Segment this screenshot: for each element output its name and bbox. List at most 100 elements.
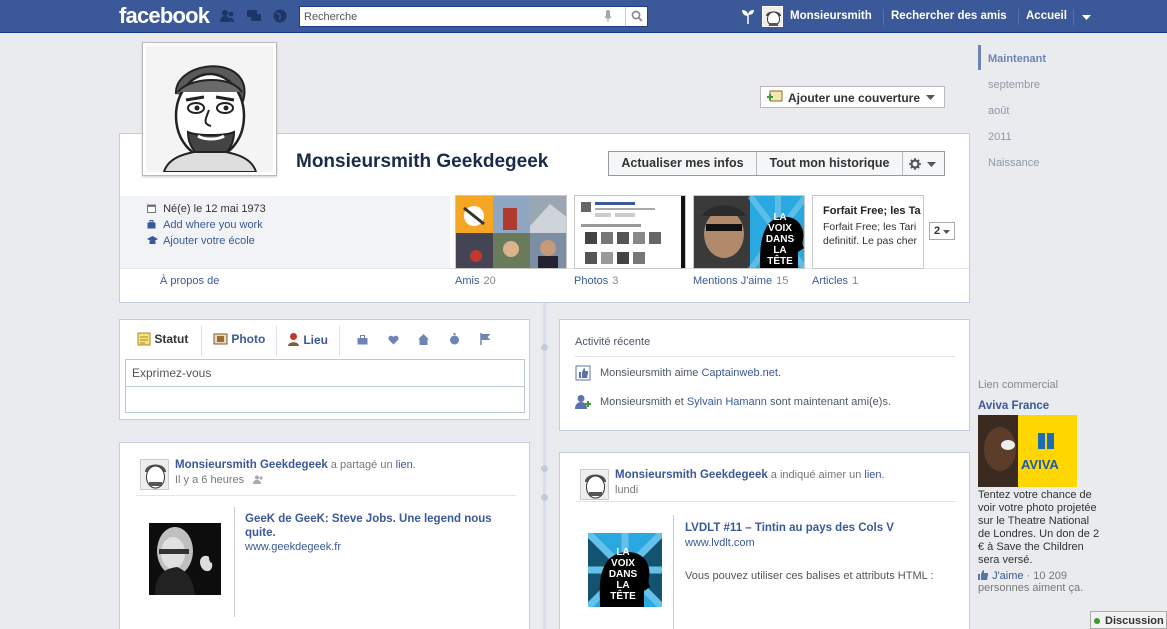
scrubber-active-marker bbox=[978, 45, 981, 70]
milestone-flag-icon[interactable] bbox=[480, 333, 491, 345]
post-time-text: Il y a 6 heures bbox=[175, 474, 245, 486]
caricature-avatar-icon bbox=[763, 7, 782, 26]
link-thumbnail[interactable] bbox=[149, 523, 221, 595]
divider bbox=[575, 356, 955, 357]
graduation-cap-icon bbox=[147, 236, 158, 244]
post-author-link[interactable]: Monsieursmith Geekdegeek bbox=[615, 469, 768, 481]
about-link[interactable]: À propos de bbox=[160, 275, 219, 287]
post-action-text: a partagé un bbox=[327, 459, 396, 471]
photos-thumbnail[interactable] bbox=[574, 195, 686, 269]
likes-photo-collage-icon: LA VOIX DANS LA TÊTE bbox=[694, 196, 804, 268]
scrubber-2011[interactable]: 2011 bbox=[988, 131, 1012, 143]
facebook-logo[interactable]: facebook bbox=[119, 3, 210, 29]
friends-thumbnail[interactable] bbox=[455, 195, 567, 269]
add-cover-button[interactable]: Ajouter une couverture bbox=[760, 86, 945, 108]
post-action-link[interactable]: lien bbox=[396, 459, 413, 471]
friends-audience-icon[interactable] bbox=[253, 475, 264, 484]
activity-like-text: Monsieursmith aime bbox=[600, 367, 702, 379]
nav-divider bbox=[1018, 9, 1019, 25]
scrubber-august[interactable]: août bbox=[988, 105, 1009, 117]
profile-name[interactable]: Monsieursmith Geekdegeek bbox=[296, 151, 548, 173]
location-pin-icon bbox=[288, 333, 299, 346]
update-info-button[interactable]: Actualiser mes infos bbox=[609, 152, 757, 175]
account-dropdown-icon[interactable] bbox=[1082, 15, 1091, 20]
profile-action-buttons: Actualiser mes infos Tout mon historique bbox=[608, 151, 945, 176]
ad-like-count: · 10 209 bbox=[1023, 570, 1067, 582]
ad-image[interactable]: AVIVA bbox=[978, 415, 1077, 487]
svg-text:DANS: DANS bbox=[766, 234, 795, 245]
tab-divider bbox=[339, 326, 340, 356]
chevron-down-icon bbox=[926, 95, 935, 100]
post-action-end: . bbox=[881, 469, 885, 481]
svg-text:LA: LA bbox=[773, 212, 786, 223]
settings-menu-button[interactable] bbox=[903, 152, 944, 175]
sponsored-ad: Lien commercial Aviva France AVIVA Tente… bbox=[978, 379, 1099, 594]
search-input[interactable] bbox=[304, 9, 594, 24]
avatar[interactable] bbox=[762, 6, 783, 27]
friends-caption[interactable]: Amis 20 bbox=[455, 275, 496, 287]
scrubber-september[interactable]: septembre bbox=[988, 79, 1040, 91]
liked-link-title[interactable]: LVDLT #11 – Tintin au pays des Cols V bbox=[685, 522, 894, 534]
tab-place[interactable]: Lieu bbox=[287, 332, 328, 347]
post-action-end: . bbox=[412, 459, 416, 471]
likes-thumbnail[interactable]: LA VOIX DANS LA TÊTE bbox=[693, 195, 805, 269]
add-school-link[interactable]: Ajouter votre école bbox=[163, 235, 255, 247]
link-thumbnail[interactable]: LA VOIX DANS LA TÊTE bbox=[588, 533, 662, 607]
post-author-link[interactable]: Monsieursmith Geekdegeek bbox=[175, 459, 328, 471]
add-school-line[interactable]: Ajouter votre école bbox=[147, 235, 255, 247]
ad-title[interactable]: Aviva France bbox=[978, 400, 1098, 412]
lifeevent-sprout-icon[interactable] bbox=[741, 8, 755, 24]
home-link[interactable]: Accueil bbox=[1026, 10, 1067, 22]
liked-link-url[interactable]: www.lvdlt.com bbox=[685, 537, 755, 549]
work-life-event-icon[interactable] bbox=[357, 335, 368, 345]
post-action-link[interactable]: lien bbox=[864, 469, 881, 481]
health-life-event-icon[interactable] bbox=[449, 333, 460, 345]
status-note-icon bbox=[137, 332, 151, 346]
friend-requests-icon[interactable] bbox=[219, 9, 235, 23]
sylvain-hamann-link[interactable]: Sylvain Hamann bbox=[687, 396, 767, 408]
add-work-line[interactable]: Add where you work bbox=[147, 219, 263, 231]
nav-divider bbox=[883, 9, 884, 25]
aviva-ad-photo-icon bbox=[978, 415, 1077, 487]
add-work-link[interactable]: Add where you work bbox=[163, 219, 263, 231]
photos-caption[interactable]: Photos 3 bbox=[574, 275, 618, 287]
divider bbox=[576, 501, 956, 502]
search-icon bbox=[631, 10, 643, 22]
recent-activity-card: Activité récente Monsieursmith aime Capt… bbox=[559, 319, 970, 431]
profile-link[interactable]: Monsieursmith bbox=[790, 10, 872, 22]
articles-caption[interactable]: Articles 1 bbox=[812, 275, 858, 287]
tab-status[interactable]: Statut bbox=[137, 332, 188, 346]
profile-picture[interactable] bbox=[142, 42, 277, 176]
scrubber-birth[interactable]: Naissance bbox=[988, 157, 1039, 169]
more-sections-button[interactable]: 2 bbox=[929, 222, 955, 240]
ad-like-button[interactable]: J'aime bbox=[992, 570, 1023, 582]
scrubber-now[interactable]: Maintenant bbox=[988, 53, 1046, 65]
home-life-event-icon[interactable] bbox=[418, 334, 429, 345]
shared-link-title[interactable]: GeeK de GeeK: Steve Jobs. Une legend nou… bbox=[245, 512, 505, 540]
likes-caption[interactable]: Mentions J'aime 15 bbox=[693, 275, 788, 287]
like-thumb-icon bbox=[978, 570, 988, 580]
search-button[interactable] bbox=[625, 7, 647, 26]
activity-log-button[interactable]: Tout mon historique bbox=[757, 152, 903, 175]
svg-text:DANS: DANS bbox=[609, 569, 638, 580]
articles-thumbnail[interactable]: Forfait Free; les Ta definitif. Forfait … bbox=[812, 195, 924, 269]
find-friends-link[interactable]: Rechercher des amis bbox=[891, 10, 1007, 22]
status-composer: Statut Photo Lieu bbox=[119, 319, 530, 420]
tab-photo[interactable]: Photo bbox=[213, 332, 265, 346]
relationship-heart-icon[interactable] bbox=[388, 335, 399, 345]
post-time[interactable]: lundi bbox=[615, 484, 638, 496]
author-avatar[interactable] bbox=[580, 469, 609, 500]
microphone-icon[interactable] bbox=[604, 10, 612, 23]
messages-icon[interactable] bbox=[246, 9, 262, 23]
shared-link-url[interactable]: www.geekdegeek.fr bbox=[245, 541, 341, 553]
post-header: Monsieursmith Geekdegeek a partagé un li… bbox=[175, 459, 416, 471]
chat-bar[interactable]: Discussion bbox=[1090, 611, 1167, 629]
captainweb-link[interactable]: Captainweb.net bbox=[701, 367, 777, 379]
activity-friend-suffix: sont maintenant ami(e)s. bbox=[766, 396, 892, 408]
birthday-line: Né(e) le 12 mai 1973 bbox=[147, 203, 266, 215]
friends-label: Amis bbox=[455, 275, 480, 287]
post-time[interactable]: Il y a 6 heures bbox=[175, 474, 264, 486]
author-avatar[interactable] bbox=[140, 459, 169, 490]
photo-screenshot-icon bbox=[575, 196, 685, 268]
notifications-globe-icon[interactable] bbox=[272, 9, 288, 23]
